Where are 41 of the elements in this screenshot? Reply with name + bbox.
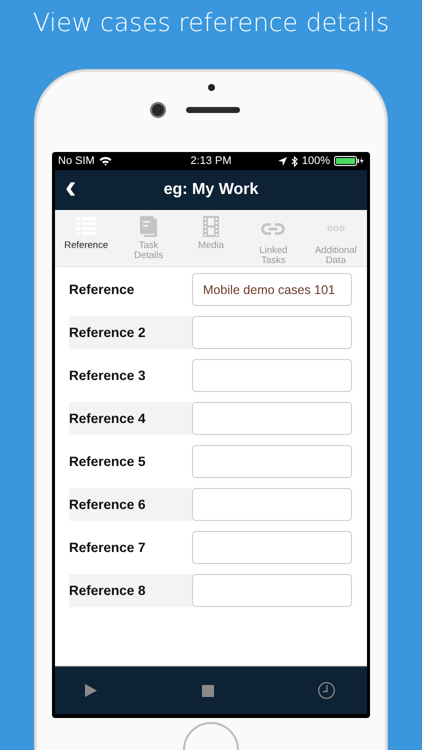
input-field[interactable] [192,402,352,435]
tab[interactable]: Additional Data [304,210,368,266]
wifi-icon [98,156,112,166]
input-field[interactable] [192,359,352,392]
tab[interactable]: Linked Tasks [242,210,305,266]
tab[interactable]: Task Details [117,210,180,266]
input-field[interactable] [192,445,352,478]
nav-title: eg: My Work [164,181,258,199]
stop-icon[interactable] [202,684,214,696]
carrier-text: No SIM [58,155,95,167]
input-field[interactable] [192,531,352,564]
back-button[interactable]: ‹ [61,170,80,204]
field-label: Reference [69,281,136,299]
field-label: Reference 5 [69,453,147,471]
input-field[interactable] [192,488,352,521]
film-icon [203,216,220,237]
sensor-icon [208,84,214,91]
link-icon [261,220,286,238]
input-field[interactable] [192,574,352,607]
location-icon [278,156,287,166]
field-label: Reference 3 [69,367,147,385]
battery-text: 100% [302,155,330,167]
field-label: Reference 7 [69,539,147,557]
speaker-icon [186,107,240,113]
field-label: Reference 8 [69,574,192,607]
bluetooth-icon [290,156,298,166]
clock-icon[interactable] [318,682,335,699]
tab[interactable]: Reference [55,210,118,266]
input-field[interactable] [192,316,352,349]
document-icon [140,216,158,237]
field-label: Reference 6 [69,488,192,521]
input-field[interactable]: Mobile demo cases 101 [192,273,352,306]
tab[interactable]: Media [180,210,242,266]
camera-icon [152,104,164,116]
field-label: Reference 2 [69,316,192,349]
headline: View cases reference details [32,7,390,39]
more-icon [326,223,345,234]
time-text: 2:13 PM [190,155,232,167]
field-label: Reference 4 [69,402,192,435]
play-icon[interactable] [85,684,97,697]
battery-icon [334,156,364,166]
